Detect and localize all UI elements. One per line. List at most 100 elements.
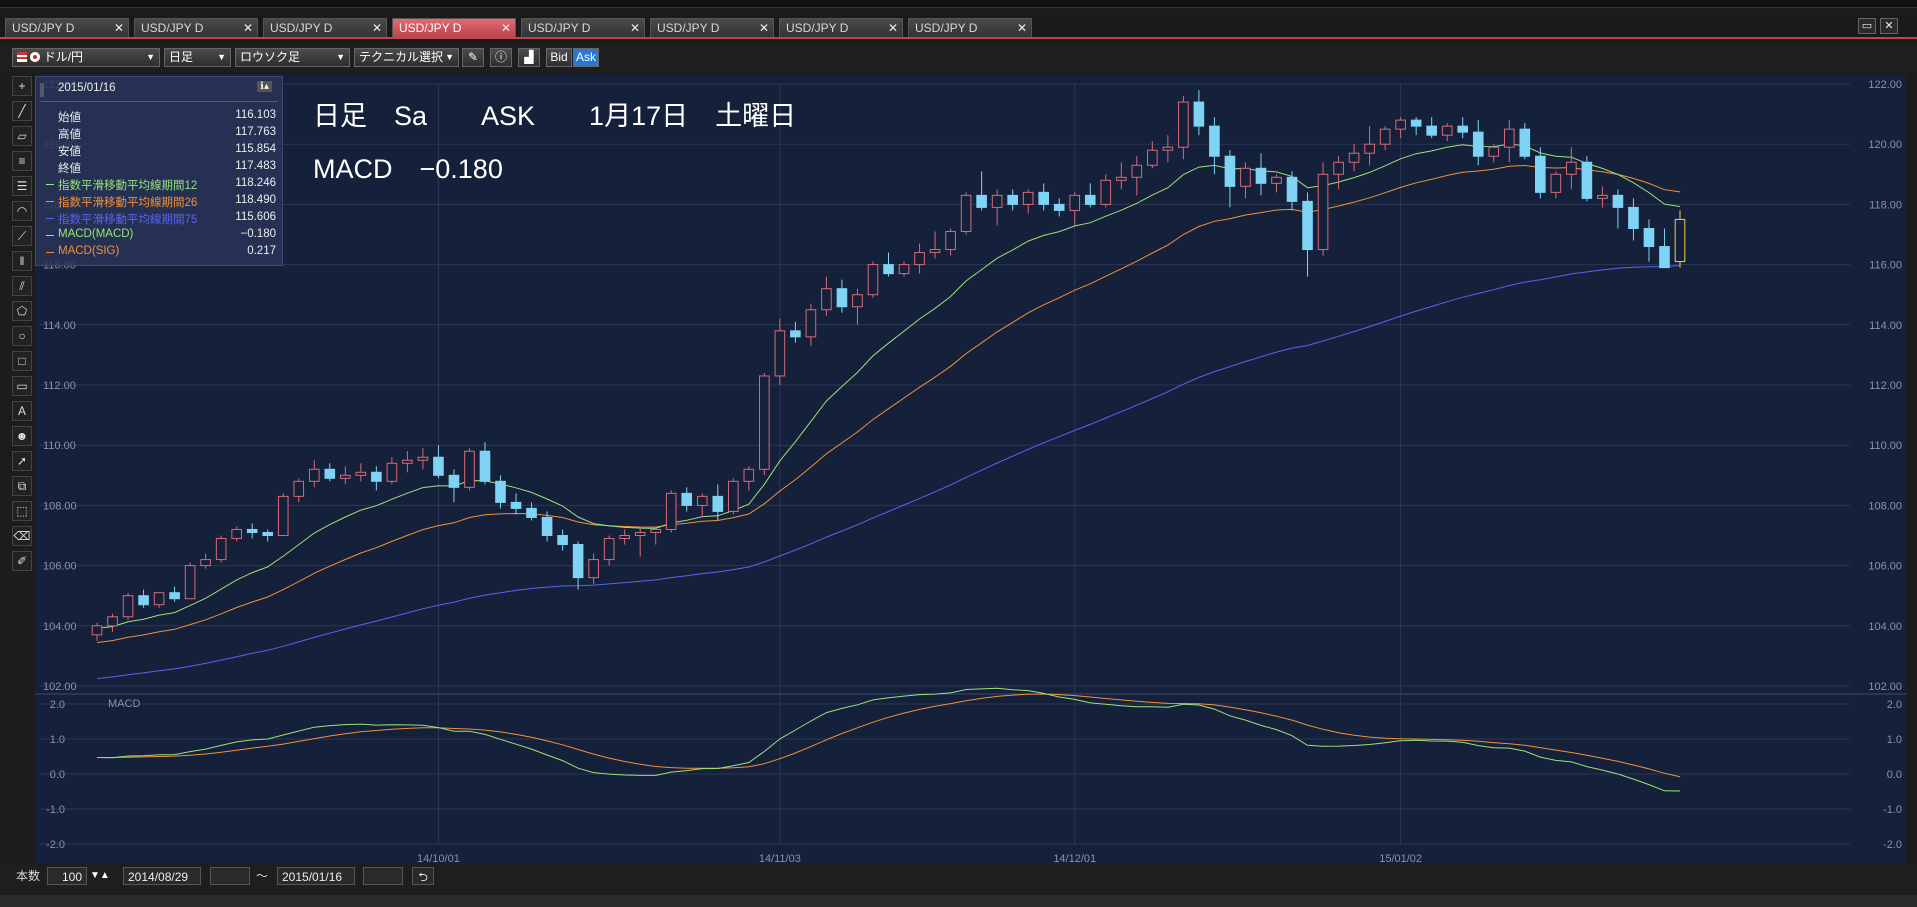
- settings-brush-icon[interactable]: ✐: [12, 551, 32, 571]
- rectangle-icon[interactable]: □: [12, 351, 32, 371]
- candle-body-up: [1503, 128, 1515, 148]
- end-date-input[interactable]: 2015/01/16: [277, 867, 355, 885]
- candle-body-down: [1519, 128, 1531, 157]
- close-tab-icon[interactable]: ✕: [630, 19, 640, 38]
- eraser-icon[interactable]: ⌫: [12, 526, 32, 546]
- currency-pair-select[interactable]: ドル/円 ▼: [12, 48, 160, 67]
- close-tab-icon[interactable]: ✕: [888, 19, 898, 38]
- candle-body-up: [293, 480, 305, 497]
- pointer-icon[interactable]: ➚: [12, 451, 32, 471]
- arc-icon[interactable]: ◠: [12, 201, 32, 221]
- pencil-icon[interactable]: ✎: [462, 48, 484, 67]
- icon-stamp-icon[interactable]: ☻: [12, 426, 32, 446]
- maximize-button[interactable]: ▭: [1858, 18, 1876, 34]
- line-swatch: [46, 184, 54, 185]
- chart-area[interactable]: 122.00122.00120.00120.00118.00118.00116.…: [35, 74, 1906, 864]
- timeframe-select[interactable]: 日足 ▼: [164, 48, 231, 67]
- tab-usdjpy-5[interactable]: USD/JPY D ✕: [521, 18, 645, 37]
- tab-usdjpy-6[interactable]: USD/JPY D ✕: [650, 18, 774, 37]
- candle-body-up: [91, 625, 103, 636]
- panel-grip[interactable]: [40, 83, 44, 97]
- divider: [40, 101, 278, 102]
- candle-body-up: [588, 559, 599, 579]
- circle-icon[interactable]: ○: [12, 326, 32, 346]
- candle-body-up: [1131, 164, 1143, 178]
- ema12-line: [96, 143, 1681, 629]
- close-tab-icon[interactable]: ✕: [759, 19, 769, 38]
- line-swatch: [46, 235, 54, 236]
- info-date: 2015/01/16: [58, 82, 116, 94]
- pentagon-icon[interactable]: ⬠: [12, 301, 32, 321]
- info-row-value: 117.483: [235, 160, 276, 172]
- info-row-label: MACD(SIG): [58, 245, 120, 257]
- candle-body-up: [821, 288, 832, 311]
- chart-svg[interactable]: 122.00122.00120.00120.00118.00118.00116.…: [35, 74, 1906, 864]
- info-row-label: 始値: [58, 112, 81, 124]
- candle-body-down: [681, 492, 693, 506]
- candle-body-up: [1488, 146, 1500, 157]
- tab-usdjpy-1[interactable]: USD/JPY D ✕: [5, 18, 129, 37]
- channel-icon[interactable]: ⫽: [12, 276, 32, 296]
- line-swatch: [46, 252, 54, 253]
- candle-body-down: [1628, 206, 1639, 229]
- tab-usdjpy-4[interactable]: USD/JPY D ✕: [392, 18, 516, 37]
- count-input[interactable]: 100: [47, 867, 87, 885]
- candle-body-down: [479, 450, 491, 482]
- start-time-input[interactable]: [210, 867, 250, 885]
- end-time-input[interactable]: [363, 867, 403, 885]
- tab-usdjpy-7[interactable]: USD/JPY D ✕: [779, 18, 903, 37]
- fib-retracement-icon[interactable]: ☰: [12, 176, 32, 196]
- close-tab-icon[interactable]: ✕: [372, 19, 382, 38]
- tab-label: USD/JPY D: [12, 21, 75, 35]
- copy-icon[interactable]: ⧉: [12, 476, 32, 496]
- text-icon[interactable]: A: [12, 401, 32, 421]
- timeframe-label: 日足: [169, 50, 194, 64]
- x-tick-label: 15/01/02: [1379, 853, 1422, 864]
- candle-body-up: [805, 309, 817, 338]
- tab-usdjpy-8[interactable]: USD/JPY D ✕: [908, 18, 1032, 37]
- candle-body-up: [464, 450, 475, 488]
- close-window-button[interactable]: ✕: [1880, 18, 1898, 34]
- info-row: 指数平滑移動平均線期間12 118.246: [46, 177, 276, 193]
- info-icon[interactable]: ⓘ: [490, 48, 512, 67]
- select-icon[interactable]: ⬚: [12, 501, 32, 521]
- info-collapse-icon[interactable]: ℹ▴: [257, 81, 272, 92]
- ruler-icon[interactable]: ▱: [12, 126, 32, 146]
- tab-usdjpy-2[interactable]: USD/JPY D ✕: [134, 18, 258, 37]
- info-row-value: −0.180: [240, 228, 277, 240]
- count-stepper[interactable]: ▼▲: [90, 867, 110, 885]
- band-icon[interactable]: ▭: [12, 376, 32, 396]
- candle-body-up: [867, 264, 879, 296]
- close-tab-icon[interactable]: ✕: [114, 19, 124, 38]
- start-date-input[interactable]: 2014/08/29: [123, 867, 201, 885]
- horizontal-lines-icon[interactable]: ≡: [12, 151, 32, 171]
- close-tab-icon[interactable]: ✕: [243, 19, 253, 38]
- ask-button[interactable]: Ask: [573, 48, 599, 67]
- chart-type-select[interactable]: ロウソク足 ▼: [235, 48, 350, 67]
- top-menu-strip: [0, 0, 1917, 8]
- macd-y-tick-label-right: 1.0: [1887, 734, 1902, 746]
- candle-body-down: [836, 288, 848, 308]
- candle-body-up: [1178, 101, 1189, 148]
- trendline-icon[interactable]: ╱: [12, 101, 32, 121]
- candle-body-up: [1597, 194, 1608, 199]
- vertical-lines-icon[interactable]: ‖: [12, 251, 32, 271]
- technical-select-button[interactable]: テクニカル選択 ▼: [354, 48, 459, 67]
- fan-icon[interactable]: ⟋: [12, 226, 32, 246]
- bid-button[interactable]: Bid: [546, 48, 572, 67]
- candle-body-up: [1147, 149, 1158, 166]
- candle-body-down: [1426, 125, 1437, 136]
- candle-body-up: [929, 249, 941, 254]
- volume-chart-icon[interactable]: ▟: [518, 48, 540, 67]
- close-tab-icon[interactable]: ✕: [501, 19, 511, 38]
- refresh-icon[interactable]: ⮌: [412, 867, 434, 885]
- crosshair-icon[interactable]: +: [12, 76, 32, 96]
- candle-body-up: [122, 595, 134, 618]
- candle-body-up: [386, 462, 398, 482]
- y-tick-label-right: 106.00: [1868, 561, 1902, 573]
- candle-body-up: [417, 456, 429, 461]
- candle-body-down: [448, 474, 460, 488]
- tab-usdjpy-3[interactable]: USD/JPY D ✕: [263, 18, 387, 37]
- info-row-label: 指数平滑移動平均線期間12: [58, 180, 198, 192]
- close-tab-icon[interactable]: ✕: [1017, 19, 1027, 38]
